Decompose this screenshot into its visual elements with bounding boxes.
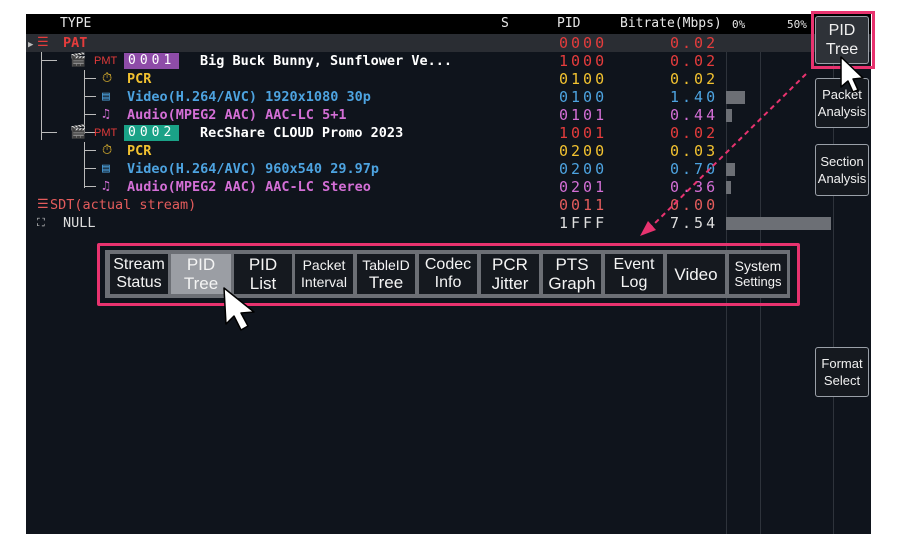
arrow-head-icon	[640, 221, 656, 236]
mouse-pointer-icon	[223, 287, 255, 331]
dashed-arrow-line	[647, 73, 807, 231]
annotation-overlay	[223, 56, 864, 331]
mouse-pointer-icon	[840, 56, 864, 93]
